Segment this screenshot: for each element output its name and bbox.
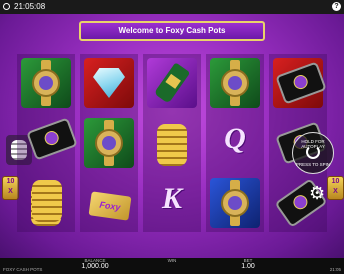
letter-k-symbol: K	[161, 182, 182, 215]
spin-label: PRESS TO SPIN	[295, 162, 331, 167]
multiplier-badge-right: 10 X	[327, 176, 344, 200]
clock-time: 21:05:08	[14, 2, 46, 11]
help-button[interactable]: ?	[332, 2, 341, 11]
purple-watch-symbol	[84, 118, 134, 168]
reel-2: Foxy	[80, 54, 138, 232]
footer-bar: BALANCE 1,000.00 WIN BET 1.00 FOXY CASH …	[0, 258, 344, 274]
balance-value: 1,000.00	[81, 263, 109, 270]
reel-4: Q	[206, 54, 264, 232]
bet-value: 1.00	[241, 263, 255, 270]
spin-button[interactable]: HOLD FOR AUTOPLAY PRESS TO SPIN	[292, 132, 334, 174]
footer-time: 21:05	[329, 267, 341, 272]
gold-coins-symbol	[147, 118, 197, 168]
win-label: WIN	[167, 258, 177, 263]
welcome-banner: Welcome to Foxy Cash Pots	[79, 21, 265, 41]
game-stage: Welcome to Foxy Cash Pots 10 X 10 X Foxy…	[0, 14, 344, 258]
bet-display: BET 1.00	[236, 258, 260, 270]
balance-display: BALANCE 1,000.00	[80, 258, 110, 270]
clock-icon	[3, 3, 10, 10]
champagne-symbol	[147, 58, 197, 108]
letter-q-symbol: Q	[224, 122, 246, 155]
foxy-card-symbol: Foxy	[84, 178, 134, 228]
phone-symbol	[273, 58, 327, 108]
gold-coins-symbol	[22, 174, 72, 224]
phone-symbol	[24, 114, 78, 161]
blue-watch-symbol	[210, 178, 260, 228]
win-display: WIN	[160, 258, 184, 263]
diamond-symbol	[84, 58, 134, 108]
settings-gear-icon[interactable]	[309, 183, 325, 204]
gold-watch-symbol	[210, 58, 260, 108]
game-brand: FOXY CASH POTS	[3, 267, 43, 272]
foxy-card-text: Foxy	[88, 191, 132, 221]
status-bar: 21:05:08 ?	[0, 0, 344, 14]
spin-arrow-icon	[306, 145, 320, 159]
gold-watch-symbol	[21, 58, 71, 108]
reel-3: K	[143, 54, 201, 232]
